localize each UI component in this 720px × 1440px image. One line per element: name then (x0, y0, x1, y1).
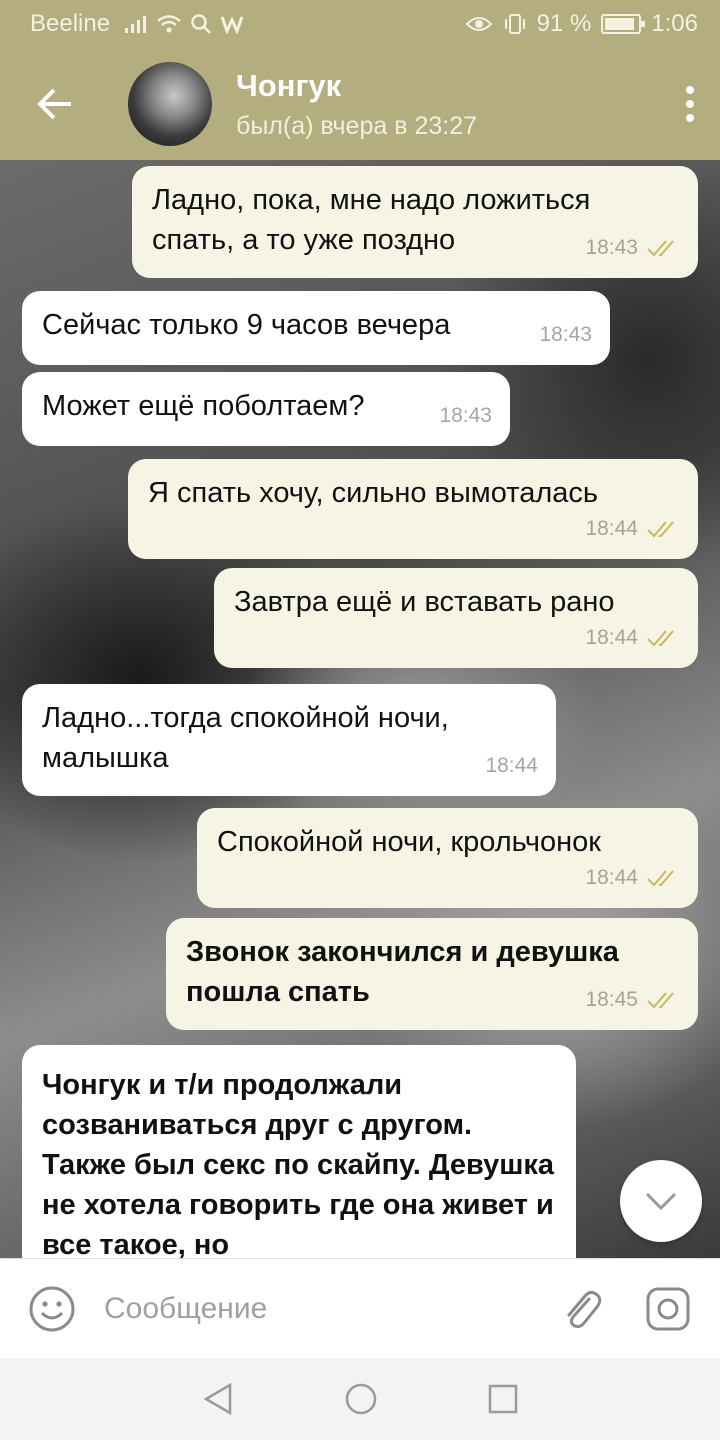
message-time: 18:45 (585, 988, 638, 1011)
smiley-icon (29, 1286, 75, 1331)
message-bubble-outgoing[interactable]: Я спать хочу, сильно вымоталась 18:44 (128, 459, 698, 559)
message-text: Спокойной ночи, крольчонок (217, 826, 601, 858)
signal-icon (125, 16, 147, 33)
chevron-down-icon (645, 1192, 677, 1211)
arrow-left-icon (37, 88, 71, 120)
scroll-down-button[interactable] (620, 1160, 702, 1242)
message-bubble-outgoing[interactable]: Завтра ещё и вставать рано 18:44 (214, 568, 698, 668)
message-bubble-outgoing[interactable]: Ладно, пока, мне надо ложиться спать, а … (132, 166, 698, 278)
message-text: Я спать хочу, сильно вымоталась (148, 477, 598, 509)
message-text: Ладно, пока, мне надо ложиться спать, а … (152, 184, 591, 256)
eye-icon (465, 17, 492, 31)
chat-header: Чонгук был(а) вчера в 23:27 (0, 48, 720, 160)
clock: 1:06 (651, 10, 698, 37)
nav-recents-icon[interactable] (488, 1384, 518, 1414)
battery-percent: 91 % (536, 10, 592, 37)
message-bubble-incoming[interactable]: Может ещё поболтаем? 18:43 (22, 372, 510, 446)
search-icon (191, 14, 211, 34)
more-options-button[interactable] (660, 48, 720, 160)
message-time: 18:44 (585, 626, 638, 649)
battery-level (605, 18, 635, 30)
battery-icon (601, 14, 646, 34)
message-text: Звонок закончился и девушка пошла спать (186, 936, 619, 1008)
double-check-icon (647, 870, 674, 887)
message-bubble-incoming[interactable]: Ладно...тогда спокойной ночи, малышка 18… (22, 684, 556, 796)
double-check-icon (647, 992, 674, 1009)
message-list[interactable]: Ладно, пока, мне надо ложиться спать, а … (0, 160, 720, 1258)
message-text: Сейчас только 9 часов вечера (42, 309, 451, 341)
message-bubble-incoming[interactable]: Чонгук и т/и продолжали созваниваться др… (22, 1045, 576, 1258)
double-check-icon (647, 240, 674, 257)
message-text: Ладно...тогда спокойной ночи, малышка (42, 702, 449, 774)
message-time: 18:44 (585, 517, 638, 540)
camera-button[interactable] (616, 1259, 720, 1359)
camera-icon (646, 1287, 690, 1330)
carrier-label: Beeline (30, 10, 111, 37)
w-app-icon (220, 16, 244, 34)
message-composer: Сообщение (0, 1258, 720, 1358)
message-text: Завтра ещё и вставать рано (234, 586, 615, 618)
attach-button[interactable] (546, 1259, 616, 1359)
double-check-icon (647, 630, 674, 647)
nav-home-icon[interactable] (344, 1382, 378, 1416)
message-time: 18:44 (485, 754, 538, 777)
vibrate-icon (504, 14, 525, 34)
message-time: 18:43 (439, 404, 492, 427)
back-button[interactable] (0, 48, 110, 160)
message-time: 18:43 (585, 236, 638, 259)
contact-info[interactable]: Чонгук был(а) вчера в 23:27 (236, 68, 660, 141)
message-bubble-incoming[interactable]: Сейчас только 9 часов вечера 18:43 (22, 291, 610, 365)
chat-screen: Beeline 91 % 1:06 Чонгук был(а) вчера в … (0, 0, 720, 1440)
message-text: Чонгук и т/и продолжали созваниваться др… (42, 1069, 555, 1258)
status-bar: Beeline 91 % 1:06 (0, 0, 720, 48)
avatar[interactable] (128, 62, 212, 146)
wifi-icon (157, 15, 181, 33)
message-input[interactable]: Сообщение (104, 1292, 546, 1326)
message-time: 18:44 (585, 866, 638, 889)
last-seen-status: был(а) вчера в 23:27 (236, 111, 478, 140)
more-vertical-icon (686, 86, 694, 122)
emoji-button[interactable] (0, 1259, 104, 1359)
double-check-icon (647, 521, 674, 538)
message-bubble-outgoing[interactable]: Звонок закончился и девушка пошла спать … (166, 918, 698, 1030)
system-navigation-bar (0, 1358, 720, 1440)
paperclip-icon (567, 1290, 602, 1328)
contact-name: Чонгук (236, 67, 342, 103)
nav-back-icon[interactable] (202, 1382, 234, 1416)
message-bubble-outgoing[interactable]: Спокойной ночи, крольчонок 18:44 (197, 808, 698, 908)
message-time: 18:43 (539, 323, 592, 346)
message-text: Может ещё поболтаем? (42, 390, 365, 422)
